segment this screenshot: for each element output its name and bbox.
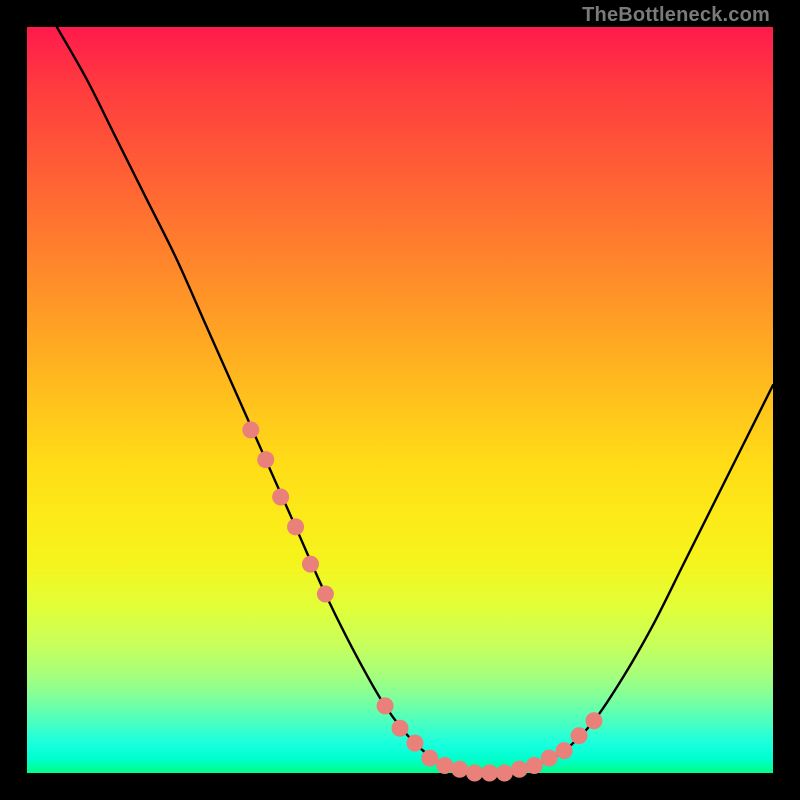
highlight-marker <box>257 451 274 468</box>
highlight-marker <box>496 765 513 782</box>
highlight-marker <box>317 585 334 602</box>
highlight-marker <box>287 518 304 535</box>
bottleneck-curve <box>57 27 773 774</box>
highlight-marker <box>272 488 289 505</box>
highlight-marker <box>571 727 588 744</box>
highlight-markers <box>242 421 602 781</box>
highlight-marker <box>392 720 409 737</box>
highlight-marker <box>556 742 573 759</box>
highlight-marker <box>481 765 498 782</box>
highlight-marker <box>451 761 468 778</box>
chart-frame: TheBottleneck.com <box>0 0 800 800</box>
highlight-marker <box>406 735 423 752</box>
highlight-marker <box>242 421 259 438</box>
highlight-marker <box>436 757 453 774</box>
highlight-marker <box>511 761 528 778</box>
curve-path <box>57 27 773 774</box>
highlight-marker <box>585 712 602 729</box>
highlight-marker <box>541 750 558 767</box>
highlight-marker <box>302 556 319 573</box>
watermark-text: TheBottleneck.com <box>582 4 770 27</box>
highlight-marker <box>377 697 394 714</box>
highlight-marker <box>421 750 438 767</box>
chart-svg <box>27 27 773 773</box>
highlight-marker <box>526 757 543 774</box>
highlight-marker <box>466 765 483 782</box>
